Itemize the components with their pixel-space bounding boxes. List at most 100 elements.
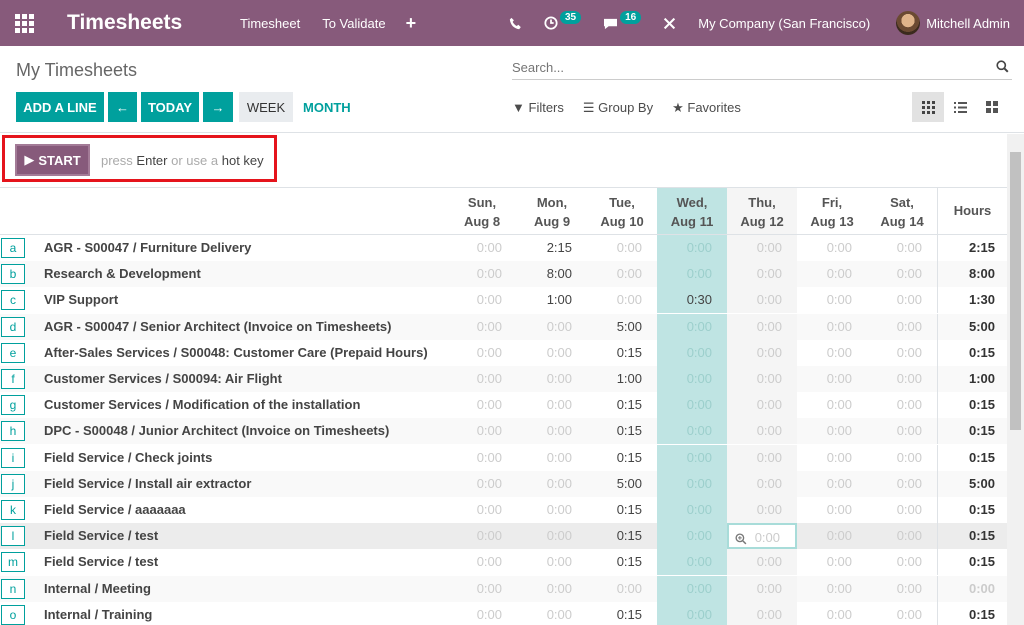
time-cell[interactable]: 0:00 <box>517 549 587 575</box>
time-cell[interactable]: 0:15 <box>587 549 657 575</box>
time-cell[interactable]: 0:00 <box>867 445 937 471</box>
time-cell[interactable]: 0:00 <box>657 497 727 523</box>
time-cell[interactable]: 0:00 <box>797 523 867 549</box>
group-by-dropdown[interactable]: ☰ Group By <box>583 100 653 116</box>
user-avatar[interactable] <box>896 11 921 35</box>
time-cell[interactable]: 0:00 <box>727 470 797 497</box>
time-cell[interactable]: 0:15 <box>587 497 657 523</box>
time-cell[interactable]: 0:00 <box>727 339 797 366</box>
time-cell[interactable]: 0:00 <box>727 601 797 625</box>
time-cell[interactable]: 0:15 <box>587 602 657 625</box>
time-cell[interactable]: 0:00 <box>727 366 797 392</box>
time-cell[interactable]: 0:00 <box>797 471 867 497</box>
time-cell[interactable]: 1:00 <box>517 287 587 313</box>
month-range-button[interactable]: MONTH <box>303 100 351 115</box>
row-label[interactable]: Internal / Meeting <box>44 581 151 596</box>
time-cell[interactable]: 0:00 <box>517 418 587 444</box>
time-cell[interactable]: 0:00 <box>867 392 937 418</box>
time-cell[interactable]: 0:00 <box>727 497 797 523</box>
time-cell[interactable]: 0:00 <box>517 314 587 340</box>
time-cell[interactable]: 0:00 <box>867 340 937 366</box>
time-cell[interactable]: 0:00 <box>867 523 937 549</box>
row-hotkey[interactable]: d <box>1 316 25 337</box>
time-cell[interactable]: 0:00 <box>797 602 867 625</box>
time-cell[interactable]: 0:00 <box>587 235 657 261</box>
time-cell[interactable]: 0:00 <box>447 418 517 444</box>
time-cell[interactable]: 0:00 <box>517 576 587 602</box>
row-label[interactable]: VIP Support <box>44 292 118 307</box>
row-label[interactable]: Field Service / Install air extractor <box>44 476 251 491</box>
company-switcher[interactable]: My Company (San Francisco) <box>698 16 870 31</box>
time-cell[interactable]: 0:00 <box>587 576 657 602</box>
time-cell[interactable]: 0:00 <box>797 287 867 313</box>
time-cell[interactable]: 0:00 <box>727 549 797 576</box>
time-cell[interactable]: 2:15 <box>517 235 587 261</box>
time-cell[interactable]: 0:00 <box>657 392 727 419</box>
today-button[interactable]: TODAY <box>141 92 199 122</box>
time-cell[interactable]: 0:00 <box>447 261 517 287</box>
time-cell[interactable]: 0:00 <box>447 445 517 471</box>
scrollbar-thumb[interactable] <box>1010 152 1021 430</box>
time-cell[interactable]: 0:00 <box>517 602 587 625</box>
time-cell[interactable]: 0:00 <box>867 235 937 261</box>
row-label[interactable]: Field Service / aaaaaaa <box>44 502 186 517</box>
time-cell[interactable]: 0:00 <box>727 523 797 551</box>
time-cell[interactable]: 0:00 <box>797 392 867 418</box>
row-hotkey[interactable]: a <box>1 238 25 258</box>
time-cell[interactable]: 0:15 <box>587 418 657 444</box>
time-cell[interactable]: 0:00 <box>657 313 727 340</box>
row-hotkey[interactable]: f <box>1 369 25 389</box>
row-label[interactable]: DPC - S00048 / Junior Architect (Invoice… <box>44 423 389 438</box>
row-hotkey[interactable]: c <box>1 290 25 311</box>
user-menu[interactable]: Mitchell Admin <box>926 16 1010 31</box>
time-cell[interactable]: 0:00 <box>517 471 587 497</box>
messages-icon[interactable]: 16 <box>603 10 642 30</box>
search-icon[interactable] <box>996 60 1009 76</box>
row-hotkey[interactable]: o <box>1 604 25 625</box>
row-hotkey[interactable]: b <box>1 264 25 285</box>
row-label[interactable]: Customer Services / Modification of the … <box>44 397 360 412</box>
row-label[interactable]: Field Service / test <box>44 554 158 569</box>
search-input[interactable] <box>512 58 982 75</box>
time-cell[interactable]: 0:00 <box>657 523 727 550</box>
time-cell[interactable]: 0:00 <box>727 392 797 419</box>
time-cell[interactable]: 0:00 <box>447 340 517 366</box>
time-cell[interactable]: 0:00 <box>867 602 937 625</box>
row-hotkey[interactable]: k <box>1 500 25 520</box>
time-cell[interactable]: 0:00 <box>657 418 727 445</box>
menu-timesheet[interactable]: Timesheet <box>240 16 300 31</box>
time-cell[interactable]: 0:00 <box>447 366 517 392</box>
time-cell[interactable]: 0:00 <box>657 549 727 576</box>
time-cell[interactable]: 0:00 <box>447 235 517 261</box>
time-cell[interactable]: 0:00 <box>797 445 867 471</box>
time-cell[interactable]: 0:15 <box>587 523 657 549</box>
filters-dropdown[interactable]: ▼ Filters <box>512 100 564 116</box>
favorites-dropdown[interactable]: ★ Favorites <box>672 100 741 116</box>
time-cell[interactable]: 0:15 <box>587 340 657 366</box>
time-cell[interactable]: 0:00 <box>657 575 727 602</box>
time-cell[interactable]: 0:30 <box>657 287 727 314</box>
time-cell[interactable]: 0:00 <box>867 314 937 340</box>
zoom-icon[interactable] <box>735 525 747 551</box>
time-cell[interactable]: 0:00 <box>797 235 867 261</box>
add-line-button[interactable]: ADD A LINE <box>16 92 104 122</box>
time-cell[interactable]: 0:00 <box>447 523 517 549</box>
time-cell[interactable]: 0:00 <box>727 418 797 445</box>
time-cell[interactable]: 0:00 <box>517 445 587 471</box>
row-hotkey[interactable]: l <box>1 526 25 547</box>
time-cell[interactable]: 0:00 <box>867 366 937 392</box>
time-cell[interactable]: 0:00 <box>867 576 937 602</box>
time-cell[interactable]: 0:00 <box>867 471 937 497</box>
time-cell[interactable]: 0:00 <box>727 261 797 288</box>
row-hotkey[interactable]: j <box>1 473 25 494</box>
prev-week-button[interactable]: ← <box>108 92 137 122</box>
time-cell[interactable]: 0:00 <box>657 339 727 366</box>
time-cell[interactable]: 0:00 <box>727 444 797 471</box>
time-cell[interactable]: 0:00 <box>867 418 937 444</box>
time-cell[interactable]: 0:00 <box>797 497 867 523</box>
time-cell[interactable]: 0:00 <box>657 261 727 288</box>
row-hotkey[interactable]: e <box>1 342 25 363</box>
next-week-button[interactable]: → <box>203 92 233 122</box>
time-cell[interactable]: 0:00 <box>517 523 587 549</box>
time-cell[interactable]: 0:00 <box>797 314 867 340</box>
